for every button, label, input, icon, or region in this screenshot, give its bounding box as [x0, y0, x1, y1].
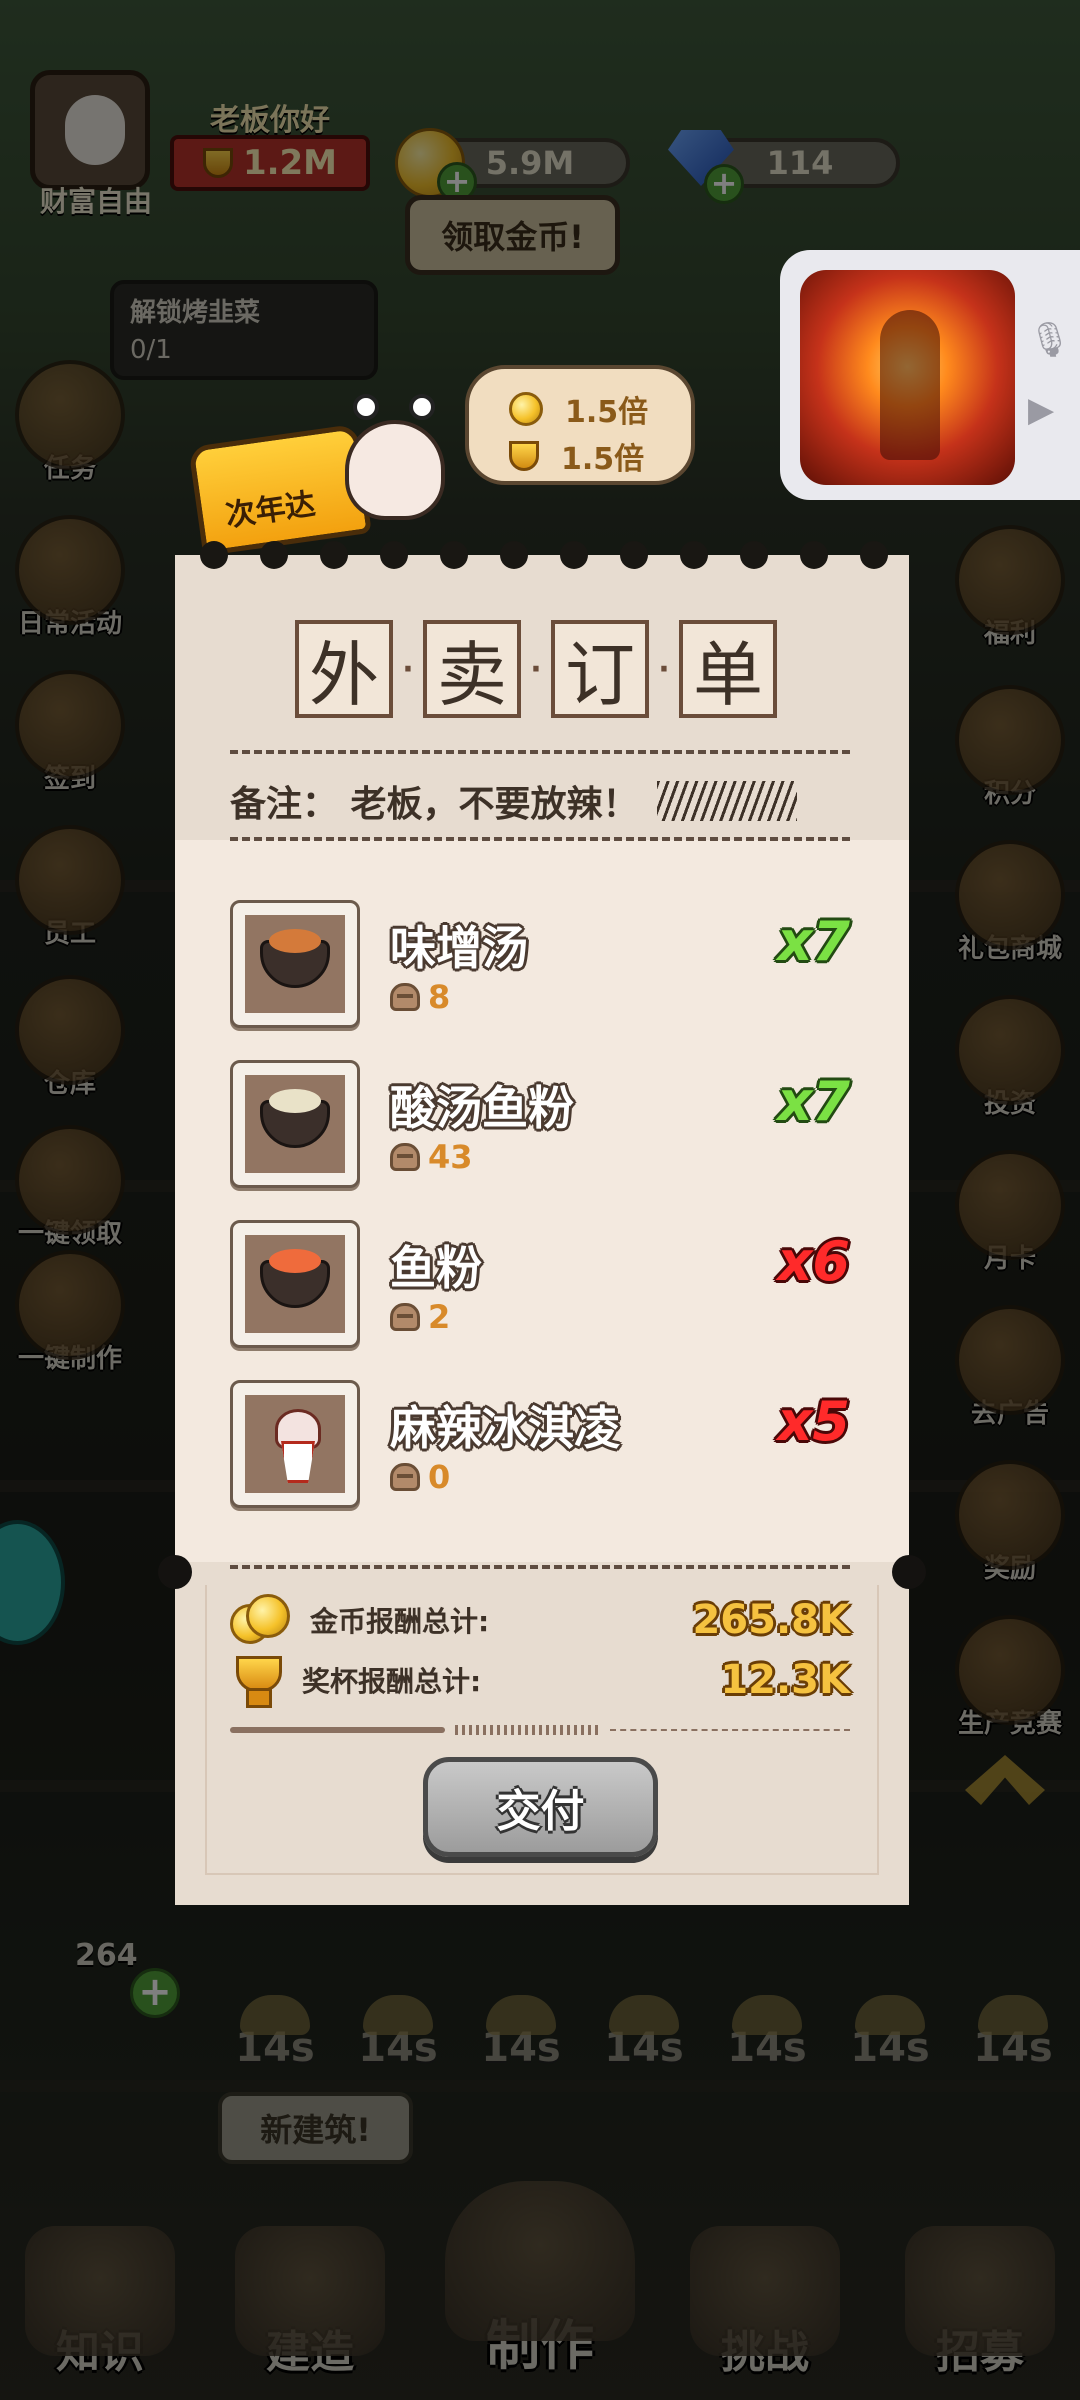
- coin-icon: [509, 392, 543, 426]
- food-stock: 2: [390, 1298, 450, 1336]
- deliver-button-label: 交付: [496, 1786, 585, 1837]
- microphone-icon[interactable]: 🎙: [1028, 320, 1071, 360]
- food-name: 麻辣冰淇凌: [390, 1401, 620, 1455]
- coin-reward-value: 265.8K: [692, 1597, 850, 1643]
- food-stock-count: 43: [428, 1138, 473, 1176]
- order-remark-text: 备注： 老板，不要放辣！: [230, 783, 639, 825]
- dashed-divider: [230, 837, 850, 841]
- coin-bonus-row: 1.5倍: [509, 387, 648, 431]
- coins-icon: [230, 1594, 290, 1646]
- cooking-pot-icon: [390, 1143, 420, 1171]
- food-stock: 0: [390, 1458, 450, 1496]
- floating-video-window[interactable]: 🎙 ▶: [780, 250, 1080, 500]
- delivery-order-panel: 外 · 卖 · 订 · 单 备注： 老板，不要放辣！ 味增汤 8 x7 酸汤鱼粉…: [158, 541, 926, 1905]
- food-required-quantity: x6: [777, 1230, 850, 1293]
- scallop-edge: [200, 541, 228, 569]
- food-name: 酸汤鱼粉: [390, 1081, 574, 1135]
- fish-noodle-icon: [260, 1249, 330, 1308]
- order-item: 鱼粉 2 x6: [230, 1220, 850, 1350]
- deliver-button[interactable]: 交付: [423, 1757, 658, 1857]
- camera-icon[interactable]: ▶: [1028, 390, 1054, 430]
- scallop-edge: [560, 541, 588, 569]
- scallop-edge: [260, 541, 288, 569]
- title-char: 卖: [423, 620, 521, 718]
- miso-soup-icon: [260, 929, 330, 988]
- order-item: 麻辣冰淇凌 0 x5: [230, 1380, 850, 1510]
- trophy-reward-label: 奖杯报酬总计:: [302, 1665, 482, 1698]
- scallop-edge: [500, 541, 528, 569]
- food-required-quantity: x7: [777, 1070, 850, 1133]
- food-name: 味增汤: [390, 921, 528, 975]
- bonus-multiplier-bubble: 1.5倍 1.5倍: [465, 365, 695, 485]
- title-char: 外: [295, 620, 393, 718]
- title-separator: ·: [530, 651, 542, 687]
- ticket-notch: [892, 1555, 926, 1589]
- food-stock-count: 0: [428, 1458, 451, 1496]
- order-item: 味增汤 8 x7: [230, 900, 850, 1030]
- food-image-frame: [230, 1060, 360, 1188]
- title-separator: ·: [402, 651, 414, 687]
- scallop-edge: [320, 541, 348, 569]
- trophy-bonus-value: 1.5倍: [561, 442, 645, 477]
- cooking-pot-icon: [390, 1463, 420, 1491]
- food-image-frame: [230, 1220, 360, 1348]
- title-char: 单: [679, 620, 777, 718]
- food-stock: 43: [390, 1138, 473, 1176]
- scallop-edge: [860, 541, 888, 569]
- dashed-divider: [230, 750, 850, 754]
- food-stock-count: 2: [428, 1298, 451, 1336]
- food-required-quantity: x7: [777, 910, 850, 973]
- decorative-progress-line: [230, 1725, 850, 1735]
- cooking-pot-icon: [390, 983, 420, 1011]
- sour-fish-noodle-icon: [260, 1089, 330, 1148]
- video-thumbnail[interactable]: [800, 270, 1015, 485]
- trophy-bonus-row: 1.5倍: [509, 434, 644, 478]
- food-stock-count: 8: [428, 978, 451, 1016]
- scallop-edge: [620, 541, 648, 569]
- ticket-notch: [158, 1555, 192, 1589]
- food-image-frame: [230, 1380, 360, 1508]
- trophy-icon: [230, 1654, 282, 1708]
- coin-bonus-value: 1.5倍: [565, 395, 649, 430]
- food-stock: 8: [390, 978, 450, 1016]
- trophy-reward-row: 奖杯报酬总计: 12.3K: [230, 1654, 850, 1708]
- title-char: 订: [551, 620, 649, 718]
- cooking-pot-icon: [390, 1303, 420, 1331]
- dashed-divider: [230, 1565, 850, 1569]
- coin-reward-label: 金币报酬总计:: [310, 1605, 490, 1638]
- coin-reward-row: 金币报酬总计: 265.8K: [230, 1594, 850, 1646]
- food-name: 鱼粉: [390, 1241, 482, 1295]
- delivery-badge: 次年达: [188, 415, 372, 557]
- scallop-edge: [740, 541, 768, 569]
- order-title: 外 · 卖 · 订 · 单: [295, 620, 777, 718]
- trophy-reward-value: 12.3K: [720, 1657, 850, 1703]
- order-remark: 备注： 老板，不要放辣！: [230, 775, 860, 827]
- snail-eye-icon: [409, 394, 435, 420]
- food-required-quantity: x5: [777, 1390, 850, 1453]
- trophy-icon: [509, 441, 539, 471]
- food-image-frame: [230, 900, 360, 1028]
- scallop-edge: [440, 541, 468, 569]
- scallop-edge: [380, 541, 408, 569]
- hatch-decoration: [656, 781, 797, 821]
- order-item: 酸汤鱼粉 43 x7: [230, 1060, 850, 1190]
- snail-mascot-icon: [345, 394, 445, 520]
- scallop-edge: [680, 541, 708, 569]
- scallop-edge: [800, 541, 828, 569]
- spicy-ice-cream-icon: [273, 1409, 321, 1479]
- title-separator: ·: [658, 651, 670, 687]
- snail-eye-icon: [353, 394, 379, 420]
